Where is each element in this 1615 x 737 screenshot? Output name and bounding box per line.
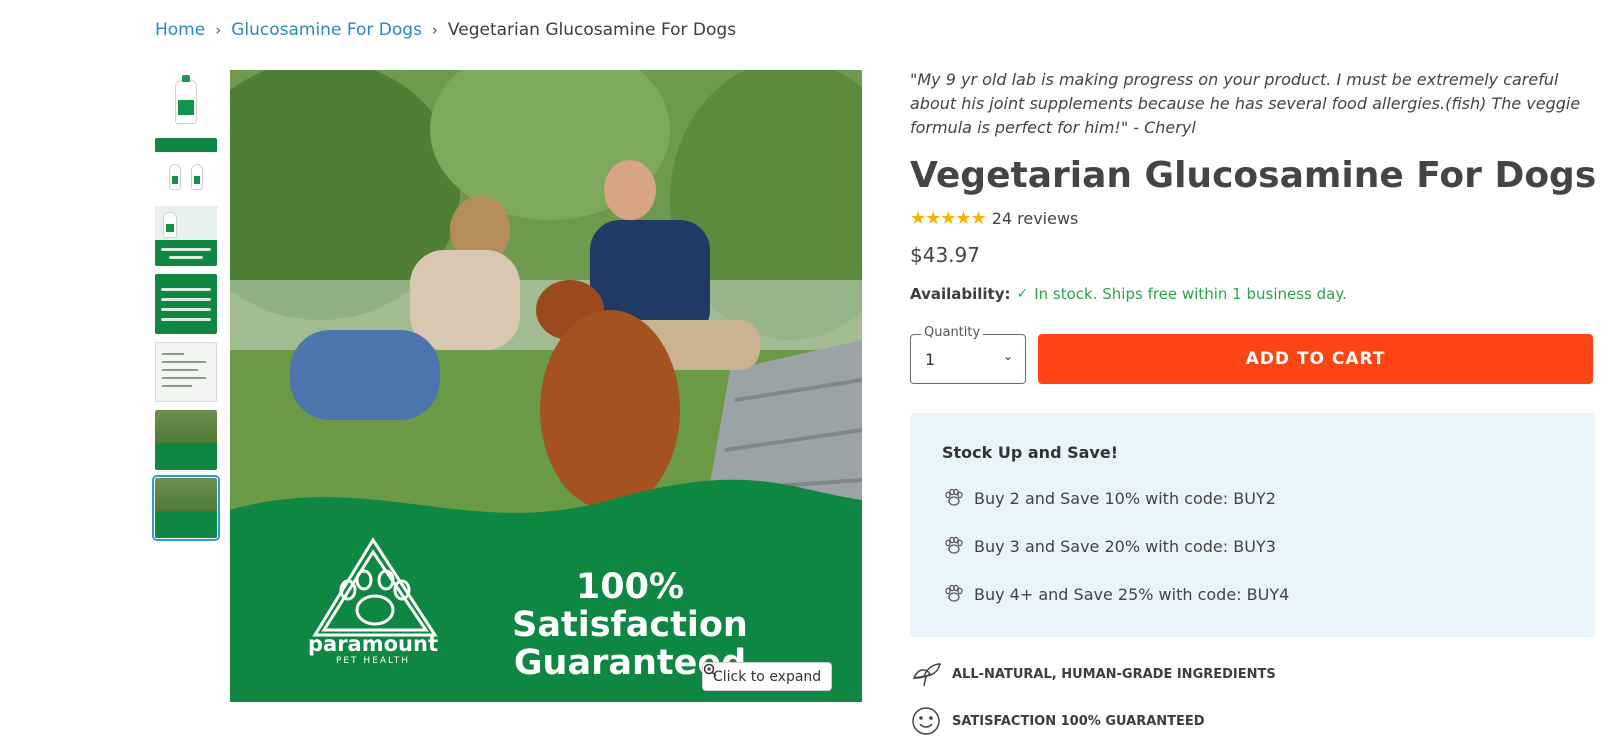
chevron-down-icon: ⌄ (1002, 349, 1013, 363)
zoom-in-icon (703, 663, 717, 677)
breadcrumb-separator: › (431, 21, 438, 39)
product-info: "My 9 yr old lab is making progress on y… (910, 68, 1597, 735)
availability: Availability: ✓ In stock. Ships free wit… (910, 285, 1595, 303)
breadcrumb-home-link[interactable]: Home (155, 20, 205, 40)
smile-icon (912, 707, 940, 735)
promo-title: Stock Up and Save! (942, 443, 1118, 462)
quantity-select[interactable]: Quantity 1 ⌄ (910, 325, 1026, 384)
promo-item-text: Buy 3 and Save 20% with code: BUY3 (974, 536, 1276, 556)
cart-row: Quantity 1 ⌄ ADD TO CART (910, 325, 1595, 386)
add-to-cart-button[interactable]: ADD TO CART (1038, 334, 1593, 384)
thumbnail-lifestyle[interactable] (155, 410, 217, 470)
feature-natural: ALL-NATURAL, HUMAN-GRADE INGREDIENTS (910, 658, 1276, 690)
feature-satisfaction: SATISFACTION 100% GUARANTEED (910, 705, 1205, 737)
breadcrumb: Home › Glucosamine For Dogs › Vegetarian… (155, 20, 736, 40)
star-rating-icon: ★★★★★ (910, 208, 987, 229)
customer-testimonial: "My 9 yr old lab is making progress on y… (910, 70, 1581, 137)
quantity-label: Quantity (921, 325, 984, 340)
paw-icon (945, 584, 963, 602)
product-title: Vegetarian Glucosamine For Dogs (910, 155, 1597, 196)
feature-label: ALL-NATURAL, HUMAN-GRADE INGREDIENTS (952, 666, 1276, 682)
reviews-count[interactable]: 24 reviews (992, 209, 1079, 228)
thumbnail-satisfaction[interactable] (152, 475, 220, 541)
thumbnail-comparison[interactable] (155, 138, 217, 198)
brand-subtitle: PET HEALTH (335, 656, 411, 666)
paw-icon (945, 488, 963, 506)
thumbnail-benefits[interactable] (155, 274, 217, 334)
promo-item-text: Buy 4+ and Save 25% with code: BUY4 (974, 584, 1290, 604)
product-rating[interactable]: ★★★★★ 24 reviews (910, 208, 1595, 229)
feature-label: SATISFACTION 100% GUARANTEED (952, 713, 1205, 729)
main-product-image[interactable]: 100% Satisfaction Guaranteed paramount P… (230, 70, 862, 702)
promo-item-text: Buy 2 and Save 10% with code: BUY2 (974, 488, 1276, 508)
check-circle-icon: ✓ (1016, 286, 1029, 302)
product-price: $43.97 (910, 243, 980, 267)
stock-up-promo: Stock Up and Save! Buy 2 and Save 10% wi… (910, 413, 1595, 637)
click-to-expand-button[interactable]: Click to expand (702, 662, 833, 691)
breadcrumb-separator: › (215, 21, 222, 39)
breadcrumb-current: Vegetarian Glucosamine For Dogs (447, 20, 737, 40)
hero-headline-line1: 100% Satisfaction (512, 567, 748, 645)
thumbnail-list (152, 70, 220, 546)
brand-logo: paramount PET HEALTH (308, 633, 438, 667)
availability-label: Availability: (910, 285, 1011, 303)
quantity-value: 1 (925, 350, 936, 369)
paw-icon (945, 536, 963, 554)
promo-item: Buy 3 and Save 20% with code: BUY3 (942, 522, 1563, 570)
availability-status: In stock. Ships free within 1 business d… (1034, 285, 1347, 303)
breadcrumb-category-link[interactable]: Glucosamine For Dogs (231, 20, 422, 40)
thumbnail-label[interactable] (155, 342, 217, 402)
thumbnail-bottle[interactable] (155, 70, 217, 130)
expand-label: Click to expand (713, 668, 822, 685)
promo-item: Buy 2 and Save 10% with code: BUY2 (942, 474, 1563, 522)
leaf-icon (912, 663, 941, 687)
brand-name: paramount (308, 632, 438, 656)
thumbnail-dogs-love[interactable] (155, 206, 217, 266)
promo-item: Buy 4+ and Save 25% with code: BUY4 (942, 570, 1563, 618)
